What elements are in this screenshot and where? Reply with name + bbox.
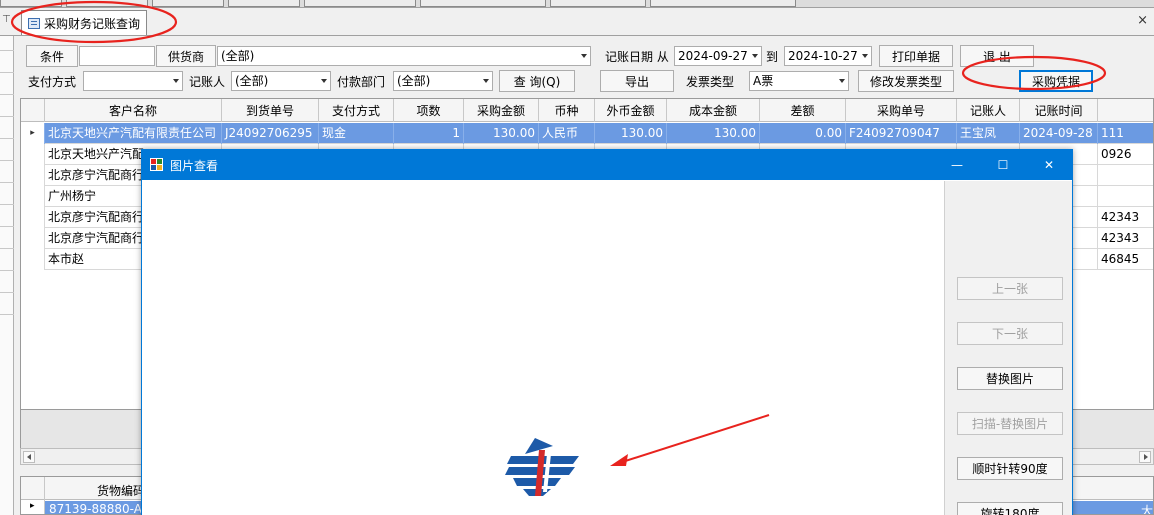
- annotation-arrow-head: [610, 454, 628, 466]
- annotation-arrow-line: [615, 414, 770, 465]
- annotation-circle-tab: [10, 0, 178, 44]
- annotation-circle-voucher: [961, 55, 1107, 91]
- annotation-overlay: [10, 0, 1107, 466]
